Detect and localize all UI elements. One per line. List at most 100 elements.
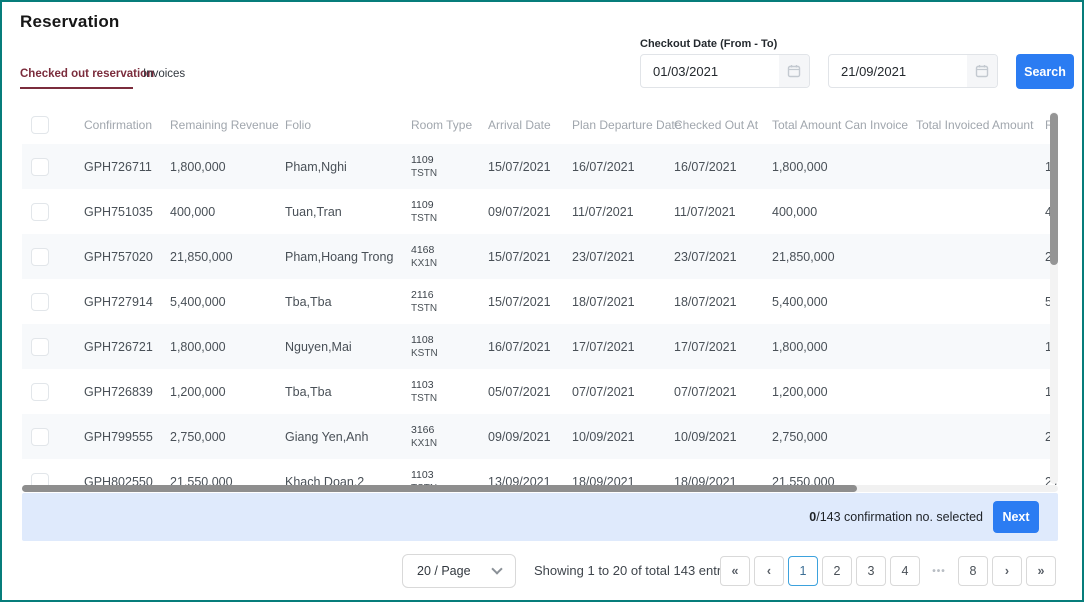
last-page-button[interactable]: » [1026, 556, 1056, 586]
column-header-total_invoiced_amount: Total Invoiced Amount [916, 106, 1045, 144]
calendar-icon[interactable] [779, 55, 809, 87]
date-from-input[interactable]: 01/03/2021 [640, 54, 810, 88]
page-button-8[interactable]: 8 [958, 556, 988, 586]
cell-arrival_date: 05/07/2021 [488, 369, 572, 414]
horizontal-scrollbar[interactable] [22, 485, 1058, 492]
cell-plan_departure_date: 23/07/2021 [572, 234, 674, 279]
row-checkbox[interactable] [31, 473, 49, 486]
page-button-4[interactable]: 4 [890, 556, 920, 586]
row-checkbox-cell [22, 414, 84, 459]
search-button[interactable]: Search [1016, 54, 1074, 89]
cell-arrival_date: 13/09/2021 [488, 459, 572, 485]
cell-folio: Pham,Hoang Trong [285, 234, 411, 279]
cell-room_type: 4168KX1N [411, 234, 488, 279]
row-checkbox[interactable] [31, 338, 49, 356]
cell-arrival_date: 09/09/2021 [488, 414, 572, 459]
vertical-scrollbar-thumb[interactable] [1050, 113, 1058, 265]
column-header-plan_departure_date: Plan Departure Date [572, 106, 674, 144]
prev-page-button[interactable]: ‹ [754, 556, 784, 586]
horizontal-scrollbar-thumb[interactable] [22, 485, 857, 492]
cell-remaining_revenue: 400,000 [170, 189, 285, 234]
cell-total_amount_can_invoice: 1,800,000 [772, 324, 916, 369]
row-checkbox[interactable] [31, 248, 49, 266]
row-checkbox[interactable] [31, 293, 49, 311]
table-row: GPH75702021,850,000Pham,Hoang Trong4168K… [22, 234, 1058, 279]
selection-bar: 0/143 confirmation no. selected Next [22, 493, 1058, 541]
row-checkbox-cell [22, 279, 84, 324]
cell-total_invoiced_amount [916, 324, 1045, 369]
page-button-1[interactable]: 1 [788, 556, 818, 586]
cell-total_invoiced_amount [916, 459, 1045, 485]
cell-total_invoiced_amount [916, 414, 1045, 459]
select-all-checkbox[interactable] [31, 116, 49, 134]
cell-checked_out_at: 16/07/2021 [674, 144, 772, 189]
cell-total_invoiced_amount [916, 144, 1045, 189]
row-checkbox[interactable] [31, 203, 49, 221]
cell-confirmation: GPH757020 [84, 234, 170, 279]
cell-plan_departure_date: 18/07/2021 [572, 279, 674, 324]
page-size-select[interactable]: 20 / Page [402, 554, 516, 588]
table-row: GPH7268391,200,000Tba,Tba1103TSTN05/07/2… [22, 369, 1058, 414]
cell-arrival_date: 09/07/2021 [488, 189, 572, 234]
calendar-icon[interactable] [967, 55, 997, 87]
column-header-remaining_revenue: Remaining Revenue [170, 106, 285, 144]
cell-plan_departure_date: 10/09/2021 [572, 414, 674, 459]
cell-total_amount_can_invoice: 1,800,000 [772, 144, 916, 189]
cell-plan_departure_date: 17/07/2021 [572, 324, 674, 369]
cell-confirmation: GPH726721 [84, 324, 170, 369]
date-to-input[interactable]: 21/09/2021 [828, 54, 998, 88]
cell-remaining_revenue: 21,850,000 [170, 234, 285, 279]
cell-total_invoiced_amount [916, 369, 1045, 414]
column-header-room_type: Room Type [411, 106, 488, 144]
cell-total_amount_can_invoice: 21,550,000 [772, 459, 916, 485]
page-button-2[interactable]: 2 [822, 556, 852, 586]
cell-checked_out_at: 18/09/2021 [674, 459, 772, 485]
cell-checked_out_at: 23/07/2021 [674, 234, 772, 279]
select-all-header [22, 106, 84, 144]
cell-confirmation: GPH727914 [84, 279, 170, 324]
tab-checked-out-reservation[interactable]: Checked out reservation [20, 68, 154, 86]
page-button-3[interactable]: 3 [856, 556, 886, 586]
row-checkbox-cell [22, 144, 84, 189]
reservation-table: ConfirmationRemaining RevenueFolioRoom T… [22, 106, 1058, 485]
cell-checked_out_at: 07/07/2021 [674, 369, 772, 414]
cell-total_amount_can_invoice: 21,850,000 [772, 234, 916, 279]
cell-arrival_date: 15/07/2021 [488, 144, 572, 189]
tab-invoices[interactable]: Invoices [143, 68, 185, 80]
cell-arrival_date: 15/07/2021 [488, 279, 572, 324]
row-checkbox[interactable] [31, 158, 49, 176]
next-page-button[interactable]: › [992, 556, 1022, 586]
cell-confirmation: GPH726711 [84, 144, 170, 189]
cell-checked_out_at: 10/09/2021 [674, 414, 772, 459]
cell-total_invoiced_amount [916, 189, 1045, 234]
next-button[interactable]: Next [993, 501, 1039, 533]
cell-plan_departure_date: 16/07/2021 [572, 144, 674, 189]
row-checkbox-cell [22, 459, 84, 485]
cell-total_amount_can_invoice: 2,750,000 [772, 414, 916, 459]
row-checkbox-cell [22, 369, 84, 414]
pagination: «‹1234•••8›» [720, 556, 1056, 586]
first-page-button[interactable]: « [720, 556, 750, 586]
cell-arrival_date: 15/07/2021 [488, 234, 572, 279]
cell-folio: Tuan,Tran [285, 189, 411, 234]
cell-room_type: 1109TSTN [411, 189, 488, 234]
cell-room_type: 2116TSTN [411, 279, 488, 324]
page-size-value: 20 / Page [403, 564, 493, 578]
cell-total_invoiced_amount [916, 234, 1045, 279]
table-row: GPH80255021,550,000Khach Doan,21103TSTN1… [22, 459, 1058, 485]
column-header-arrival_date: Arrival Date [488, 106, 572, 144]
cell-checked_out_at: 17/07/2021 [674, 324, 772, 369]
selection-summary: 0/143 confirmation no. selected [809, 510, 983, 524]
cell-checked_out_at: 11/07/2021 [674, 189, 772, 234]
page-title: Reservation [20, 12, 120, 32]
checkout-date-label: Checkout Date (From - To) [640, 38, 777, 50]
column-header-total_amount_can_invoice: Total Amount Can Invoice [772, 106, 916, 144]
cell-total_amount_can_invoice: 5,400,000 [772, 279, 916, 324]
cell-room_type: 1109TSTN [411, 144, 488, 189]
row-checkbox[interactable] [31, 428, 49, 446]
cell-remaining_revenue: 1,200,000 [170, 369, 285, 414]
cell-total_invoiced_amount [916, 279, 1045, 324]
row-checkbox[interactable] [31, 383, 49, 401]
cell-plan_departure_date: 18/09/2021 [572, 459, 674, 485]
vertical-scrollbar[interactable] [1050, 112, 1058, 484]
